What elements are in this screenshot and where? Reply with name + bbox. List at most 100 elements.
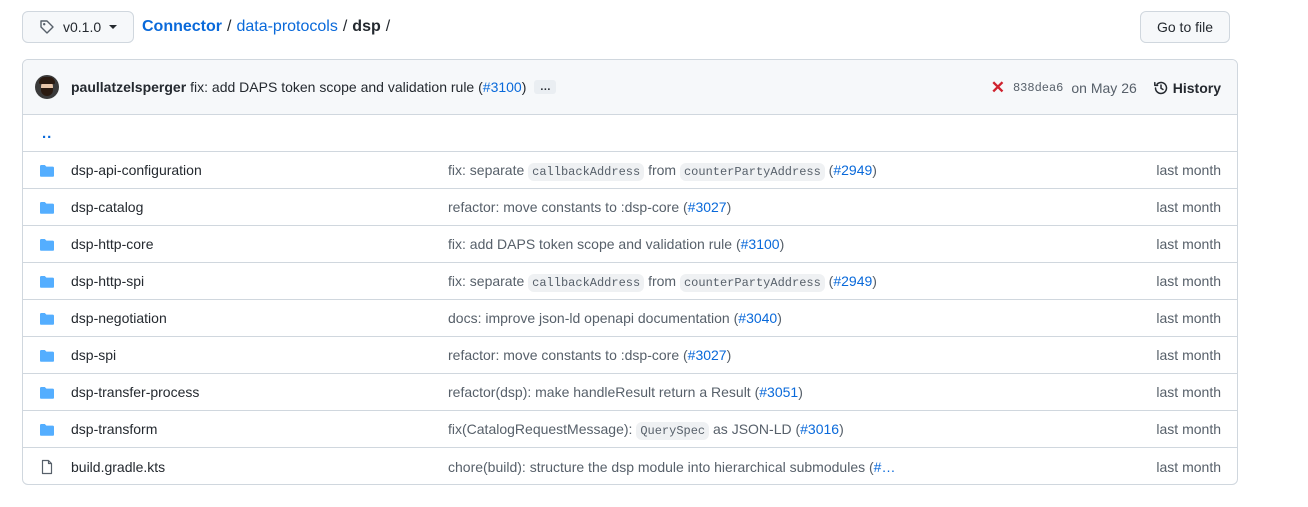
message-end: ): [777, 310, 782, 326]
table-row[interactable]: dsp-http-core fix: add DAPS token scope a…: [23, 226, 1237, 263]
history-link[interactable]: History: [1153, 80, 1221, 96]
commit-age: last month: [1156, 273, 1221, 289]
breadcrumb-separator: /: [227, 18, 232, 35]
folder-icon: [39, 422, 55, 438]
folder-icon: [39, 311, 55, 327]
file-name-link[interactable]: dsp-transfer-process: [71, 384, 199, 400]
folder-icon: [39, 200, 55, 216]
pr-link[interactable]: #3027: [688, 199, 727, 215]
pr-link[interactable]: #3051: [759, 384, 798, 400]
file-name-link[interactable]: dsp-transform: [71, 421, 157, 437]
message-text: fix(CatalogRequestMessage):: [448, 420, 637, 437]
message-text: fix: separate: [448, 161, 529, 178]
message-text: fix: separate: [448, 272, 529, 289]
breadcrumb-separator: /: [342, 18, 348, 35]
inline-code: callbackAddress: [528, 273, 645, 292]
commit-date: on May 26: [1071, 79, 1137, 96]
pr-link[interactable]: #2949: [833, 162, 872, 178]
branch-select-button[interactable]: v0.1.0: [22, 11, 134, 43]
pr-link[interactable]: #2949: [833, 273, 872, 289]
go-to-file-button[interactable]: Go to file: [1140, 11, 1230, 43]
table-row[interactable]: dsp-transform fix(CatalogRequestMessage):…: [23, 411, 1237, 448]
message-text: as JSON-LD (: [709, 420, 801, 437]
history-icon: [1153, 81, 1168, 94]
breadcrumb-data-protocols-link[interactable]: data-protocols: [236, 18, 337, 36]
latest-commit-header: paullatzelsperger fix: add DAPS token sc…: [23, 60, 1237, 115]
branch-label: v0.1.0: [63, 19, 102, 35]
file-name-link[interactable]: build.gradle.kts: [71, 459, 165, 475]
commit-message-link[interactable]: refactor(dsp): make handleResult return …: [448, 384, 803, 400]
file-icon: [39, 459, 55, 475]
commit-meta: ✕ 838dea6 on May 26 History: [991, 60, 1221, 115]
pr-link[interactable]: #3016: [800, 421, 839, 437]
commit-age: last month: [1156, 421, 1221, 437]
commit-age: last month: [1156, 162, 1221, 178]
commit-age: last month: [1156, 199, 1221, 215]
message-end: ): [872, 161, 877, 178]
commit-message-link[interactable]: fix: add DAPS token scope and validation…: [448, 236, 784, 252]
commit-message[interactable]: fix: add DAPS token scope and validation…: [190, 79, 526, 95]
inline-code: counterPartyAddress: [679, 162, 825, 181]
inline-code: callbackAddress: [528, 162, 645, 181]
commit-age: last month: [1156, 458, 1221, 475]
table-row[interactable]: build.gradle.kts chore(build): structure …: [23, 448, 1237, 484]
expand-commit-button[interactable]: …: [534, 80, 557, 94]
commit-message-text[interactable]: fix: add DAPS token scope and validation…: [190, 79, 483, 95]
pr-link[interactable]: #3027: [688, 347, 727, 363]
message-text: from: [644, 272, 680, 289]
folder-icon: [39, 348, 55, 364]
message-text: docs: improve json-ld openapi documentat…: [448, 310, 739, 326]
tag-icon: [39, 19, 55, 35]
folder-icon: [39, 163, 55, 179]
message-end: ): [839, 420, 844, 437]
parent-directory-row[interactable]: ..: [23, 115, 1237, 152]
breadcrumb-repo-link[interactable]: Connector: [142, 18, 222, 36]
commit-sha-link[interactable]: 838dea6: [1013, 81, 1063, 95]
file-name-link[interactable]: dsp-http-core: [71, 236, 153, 252]
commit-author-link[interactable]: paullatzelsperger: [71, 79, 186, 95]
message-end: ): [726, 199, 732, 215]
pr-link[interactable]: #3100: [741, 236, 780, 252]
file-name-link[interactable]: dsp-negotiation: [71, 310, 167, 326]
commit-message-link[interactable]: fix(CatalogRequestMessage): QuerySpec as…: [448, 420, 844, 440]
table-row[interactable]: dsp-http-spi fix: separate callbackAddres…: [23, 263, 1237, 300]
file-name-link[interactable]: dsp-catalog: [71, 199, 143, 215]
commit-message-link[interactable]: fix: separate callbackAddress from count…: [448, 161, 877, 181]
message-text: refactor(dsp): make handleResult return …: [448, 384, 760, 400]
folder-icon: [39, 274, 55, 290]
message-end: ): [779, 236, 785, 252]
status-failed-icon[interactable]: ✕: [991, 78, 1005, 98]
commit-age: last month: [1156, 384, 1221, 400]
message-text: fix: add DAPS token scope and validation…: [448, 236, 741, 252]
table-row[interactable]: dsp-catalog refactor: move constants to :…: [23, 189, 1237, 226]
folder-icon: [39, 237, 55, 253]
message-text: refactor: move constants to :dsp-core (: [448, 347, 688, 363]
commit-message-link[interactable]: docs: improve json-ld openapi documentat…: [448, 310, 782, 326]
pr-link[interactable]: #…: [874, 459, 896, 475]
chevron-down-icon: [109, 25, 118, 29]
avatar[interactable]: [35, 75, 59, 99]
commit-message-link[interactable]: refactor: move constants to :dsp-core (#…: [448, 347, 731, 363]
file-name-link[interactable]: dsp-api-configuration: [71, 162, 202, 178]
file-name-link[interactable]: dsp-http-spi: [71, 273, 144, 289]
commit-pr-link[interactable]: #3100: [483, 79, 522, 95]
commit-message-link[interactable]: fix: separate callbackAddress from count…: [448, 272, 877, 292]
table-row[interactable]: dsp-transfer-process refactor(dsp): make …: [23, 374, 1237, 411]
file-name-link[interactable]: dsp-spi: [71, 347, 116, 363]
message-text: chore(build): structure the dsp module i…: [448, 458, 874, 475]
commit-message-link[interactable]: chore(build): structure the dsp module i…: [448, 459, 895, 475]
commit-message-end: ): [521, 79, 527, 95]
table-row[interactable]: dsp-negotiation docs: improve json-ld ope…: [23, 300, 1237, 337]
folder-icon: [39, 385, 55, 401]
table-row[interactable]: dsp-spi refactor: move constants to :dsp-…: [23, 337, 1237, 374]
message-text: refactor: move constants to :dsp-core (: [448, 199, 688, 215]
inline-code: counterPartyAddress: [679, 273, 825, 292]
parent-directory-link[interactable]: ..: [42, 125, 52, 142]
pr-link[interactable]: #3040: [738, 310, 777, 326]
commit-age: last month: [1156, 347, 1221, 363]
message-text: from: [644, 161, 680, 178]
commit-message-link[interactable]: refactor: move constants to :dsp-core (#…: [448, 199, 731, 215]
breadcrumb: Connector / data-protocols / dsp /: [142, 11, 395, 43]
table-row[interactable]: dsp-api-configuration fix: separate callb…: [23, 152, 1237, 189]
breadcrumb-separator: /: [385, 18, 391, 35]
